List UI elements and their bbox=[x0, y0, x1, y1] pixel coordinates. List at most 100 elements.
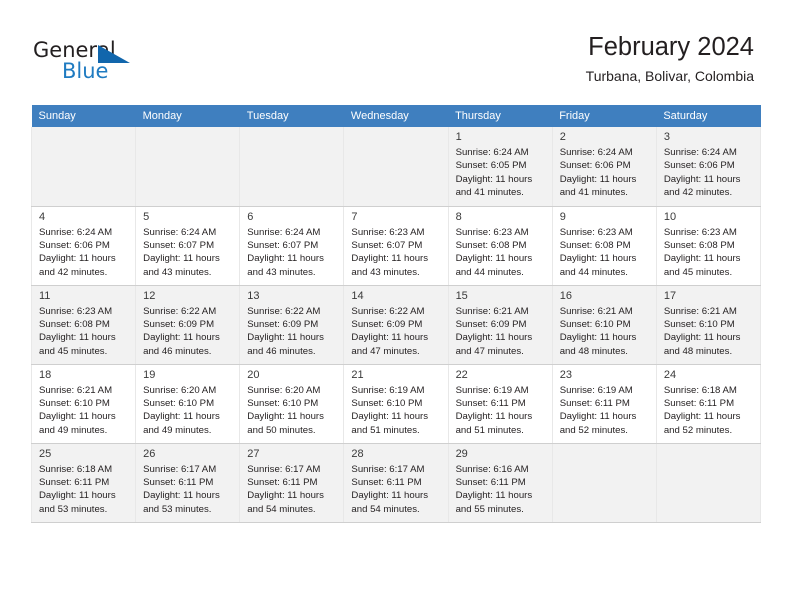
day-number: 16 bbox=[559, 289, 572, 302]
calendar-day-cell[interactable]: 28 Sunrise: 6:17 AM Sunset: 6:11 PM Dayli… bbox=[343, 443, 449, 523]
day-sun-info: Sunrise: 6:22 AM Sunset: 6:09 PM Dayligh… bbox=[351, 305, 429, 357]
day-number: 28 bbox=[351, 447, 364, 460]
day-number: 25 bbox=[39, 447, 52, 460]
day-sun-info: Sunrise: 6:24 AM Sunset: 6:06 PM Dayligh… bbox=[559, 147, 637, 199]
calendar-day-cell[interactable]: 3 Sunrise: 6:24 AM Sunset: 6:06 PM Daylig… bbox=[655, 127, 762, 207]
calendar-day-cell-empty bbox=[551, 443, 657, 523]
day-number: 18 bbox=[39, 368, 52, 381]
day-number: 10 bbox=[663, 210, 677, 223]
calendar-day-cell[interactable]: 18 Sunrise: 6:21 AM Sunset: 6:10 PM Dayli… bbox=[30, 364, 137, 444]
calendar-week-row: 25 Sunrise: 6:18 AM Sunset: 6:11 PM Dayli… bbox=[30, 443, 762, 523]
day-sun-info: Sunrise: 6:21 AM Sunset: 6:09 PM Dayligh… bbox=[455, 305, 533, 357]
calendar-day-cell[interactable]: 23 Sunrise: 6:19 AM Sunset: 6:11 PM Dayli… bbox=[551, 364, 657, 444]
weekday-header-row: Sunday Monday Tuesday Wednesday Thursday… bbox=[31, 105, 761, 127]
calendar-day-cell[interactable]: 6 Sunrise: 6:24 AM Sunset: 6:07 PM Daylig… bbox=[239, 206, 345, 286]
day-sun-info: Sunrise: 6:23 AM Sunset: 6:08 PM Dayligh… bbox=[663, 226, 741, 278]
calendar-day-cell[interactable]: 7 Sunrise: 6:23 AM Sunset: 6:07 PM Daylig… bbox=[343, 206, 449, 286]
day-sun-info: Sunrise: 6:16 AM Sunset: 6:11 PM Dayligh… bbox=[455, 463, 533, 515]
calendar-day-cell[interactable]: 27 Sunrise: 6:17 AM Sunset: 6:11 PM Dayli… bbox=[239, 443, 345, 523]
day-number: 8 bbox=[455, 210, 462, 223]
day-number: 15 bbox=[455, 289, 468, 302]
day-number: 29 bbox=[455, 447, 468, 460]
weekday-header-saturday: Saturday bbox=[656, 105, 761, 127]
logo-text-blue: Blue bbox=[62, 59, 109, 83]
day-number: 24 bbox=[663, 368, 677, 381]
calendar-day-cell[interactable]: 8 Sunrise: 6:23 AM Sunset: 6:08 PM Daylig… bbox=[447, 206, 553, 286]
calendar-day-cell[interactable]: 20 Sunrise: 6:20 AM Sunset: 6:10 PM Dayli… bbox=[239, 364, 345, 444]
calendar-day-cell[interactable]: 26 Sunrise: 6:17 AM Sunset: 6:11 PM Dayli… bbox=[135, 443, 241, 523]
calendar-day-cell[interactable]: 14 Sunrise: 6:22 AM Sunset: 6:09 PM Dayli… bbox=[343, 285, 449, 365]
calendar-day-cell[interactable]: 22 Sunrise: 6:19 AM Sunset: 6:11 PM Dayli… bbox=[447, 364, 553, 444]
calendar-body: 1 Sunrise: 6:24 AM Sunset: 6:05 PM Daylig… bbox=[30, 127, 762, 523]
day-number: 27 bbox=[247, 447, 260, 460]
calendar-day-cell-empty bbox=[239, 127, 345, 207]
calendar-day-cell-empty bbox=[30, 127, 137, 207]
day-sun-info: Sunrise: 6:17 AM Sunset: 6:11 PM Dayligh… bbox=[351, 463, 429, 515]
day-sun-info: Sunrise: 6:17 AM Sunset: 6:11 PM Dayligh… bbox=[247, 463, 324, 515]
general-blue-logo[interactable]: General Blue bbox=[33, 38, 173, 88]
day-sun-info: Sunrise: 6:20 AM Sunset: 6:10 PM Dayligh… bbox=[143, 384, 220, 436]
calendar-day-cell[interactable]: 11 Sunrise: 6:23 AM Sunset: 6:08 PM Dayli… bbox=[30, 285, 137, 365]
day-number: 4 bbox=[39, 210, 46, 223]
day-sun-info: Sunrise: 6:23 AM Sunset: 6:08 PM Dayligh… bbox=[559, 226, 637, 278]
day-sun-info: Sunrise: 6:24 AM Sunset: 6:06 PM Dayligh… bbox=[663, 147, 741, 199]
day-sun-info: Sunrise: 6:24 AM Sunset: 6:06 PM Dayligh… bbox=[39, 226, 116, 278]
title-block: February 2024 Turbana, Bolivar, Colombia bbox=[586, 33, 754, 84]
location-subtitle: Turbana, Bolivar, Colombia bbox=[585, 68, 754, 85]
day-number: 1 bbox=[455, 131, 462, 143]
calendar-day-cell[interactable]: 9 Sunrise: 6:23 AM Sunset: 6:08 PM Daylig… bbox=[551, 206, 657, 286]
day-number: 21 bbox=[351, 368, 364, 381]
calendar-day-cell-empty bbox=[343, 127, 449, 207]
day-sun-info: Sunrise: 6:19 AM Sunset: 6:10 PM Dayligh… bbox=[351, 384, 429, 436]
calendar-day-cell[interactable]: 29 Sunrise: 6:16 AM Sunset: 6:11 PM Dayli… bbox=[447, 443, 553, 523]
day-number: 11 bbox=[39, 289, 51, 302]
calendar-day-cell[interactable]: 13 Sunrise: 6:22 AM Sunset: 6:09 PM Dayli… bbox=[239, 285, 345, 365]
day-sun-info: Sunrise: 6:21 AM Sunset: 6:10 PM Dayligh… bbox=[559, 305, 637, 357]
day-number: 6 bbox=[247, 210, 254, 223]
day-sun-info: Sunrise: 6:24 AM Sunset: 6:07 PM Dayligh… bbox=[143, 226, 220, 278]
day-sun-info: Sunrise: 6:22 AM Sunset: 6:09 PM Dayligh… bbox=[247, 305, 324, 357]
calendar-day-cell[interactable]: 12 Sunrise: 6:22 AM Sunset: 6:09 PM Dayli… bbox=[135, 285, 241, 365]
calendar-day-cell[interactable]: 17 Sunrise: 6:21 AM Sunset: 6:10 PM Dayli… bbox=[655, 285, 762, 365]
calendar-day-cell[interactable]: 5 Sunrise: 6:24 AM Sunset: 6:07 PM Daylig… bbox=[135, 206, 241, 286]
day-number: 26 bbox=[143, 447, 156, 460]
calendar-day-cell[interactable]: 19 Sunrise: 6:20 AM Sunset: 6:10 PM Dayli… bbox=[135, 364, 241, 444]
calendar-day-cell[interactable]: 16 Sunrise: 6:21 AM Sunset: 6:10 PM Dayli… bbox=[551, 285, 657, 365]
day-sun-info: Sunrise: 6:21 AM Sunset: 6:10 PM Dayligh… bbox=[39, 384, 116, 436]
calendar-week-row: 11 Sunrise: 6:23 AM Sunset: 6:08 PM Dayli… bbox=[30, 285, 762, 365]
calendar-day-cell[interactable]: 2 Sunrise: 6:24 AM Sunset: 6:06 PM Daylig… bbox=[551, 127, 657, 207]
day-sun-info: Sunrise: 6:23 AM Sunset: 6:08 PM Dayligh… bbox=[455, 226, 533, 278]
day-number: 17 bbox=[663, 289, 677, 302]
weekday-header-thursday: Thursday bbox=[448, 105, 553, 127]
day-sun-info: Sunrise: 6:24 AM Sunset: 6:07 PM Dayligh… bbox=[247, 226, 324, 278]
day-number: 19 bbox=[143, 368, 156, 381]
calendar-day-cell[interactable]: 25 Sunrise: 6:18 AM Sunset: 6:11 PM Dayli… bbox=[30, 443, 137, 523]
day-number: 2 bbox=[559, 131, 566, 143]
calendar-week-row: 18 Sunrise: 6:21 AM Sunset: 6:10 PM Dayli… bbox=[30, 364, 762, 444]
calendar-day-cell[interactable]: 15 Sunrise: 6:21 AM Sunset: 6:09 PM Dayli… bbox=[447, 285, 553, 365]
weekday-header-tuesday: Tuesday bbox=[239, 105, 344, 127]
page-title: February 2024 bbox=[588, 33, 754, 61]
day-number: 7 bbox=[351, 210, 358, 223]
day-sun-info: Sunrise: 6:22 AM Sunset: 6:09 PM Dayligh… bbox=[143, 305, 220, 357]
calendar-day-cell[interactable]: 1 Sunrise: 6:24 AM Sunset: 6:05 PM Daylig… bbox=[447, 127, 553, 207]
calendar-day-cell-empty bbox=[655, 443, 762, 523]
calendar-grid: Sunday Monday Tuesday Wednesday Thursday… bbox=[30, 105, 762, 523]
calendar-day-cell[interactable]: 24 Sunrise: 6:18 AM Sunset: 6:11 PM Dayli… bbox=[655, 364, 762, 444]
calendar-day-cell[interactable]: 21 Sunrise: 6:19 AM Sunset: 6:10 PM Dayli… bbox=[343, 364, 449, 444]
calendar-day-cell[interactable]: 4 Sunrise: 6:24 AM Sunset: 6:06 PM Daylig… bbox=[30, 206, 137, 286]
day-sun-info: Sunrise: 6:17 AM Sunset: 6:11 PM Dayligh… bbox=[143, 463, 220, 515]
day-sun-info: Sunrise: 6:23 AM Sunset: 6:07 PM Dayligh… bbox=[351, 226, 429, 278]
day-number: 20 bbox=[247, 368, 260, 381]
day-sun-info: Sunrise: 6:19 AM Sunset: 6:11 PM Dayligh… bbox=[455, 384, 533, 436]
calendar-day-cell-empty bbox=[135, 127, 241, 207]
day-number: 5 bbox=[143, 210, 150, 223]
calendar-day-cell[interactable]: 10 Sunrise: 6:23 AM Sunset: 6:08 PM Dayli… bbox=[655, 206, 762, 286]
day-sun-info: Sunrise: 6:24 AM Sunset: 6:05 PM Dayligh… bbox=[455, 147, 533, 199]
day-number: 14 bbox=[351, 289, 364, 302]
day-sun-info: Sunrise: 6:18 AM Sunset: 6:11 PM Dayligh… bbox=[39, 463, 116, 515]
day-sun-info: Sunrise: 6:18 AM Sunset: 6:11 PM Dayligh… bbox=[663, 384, 741, 436]
day-number: 22 bbox=[455, 368, 468, 381]
page-header: General Blue February 2024 Turbana, Boli… bbox=[0, 0, 792, 105]
day-sun-info: Sunrise: 6:23 AM Sunset: 6:08 PM Dayligh… bbox=[39, 305, 116, 357]
